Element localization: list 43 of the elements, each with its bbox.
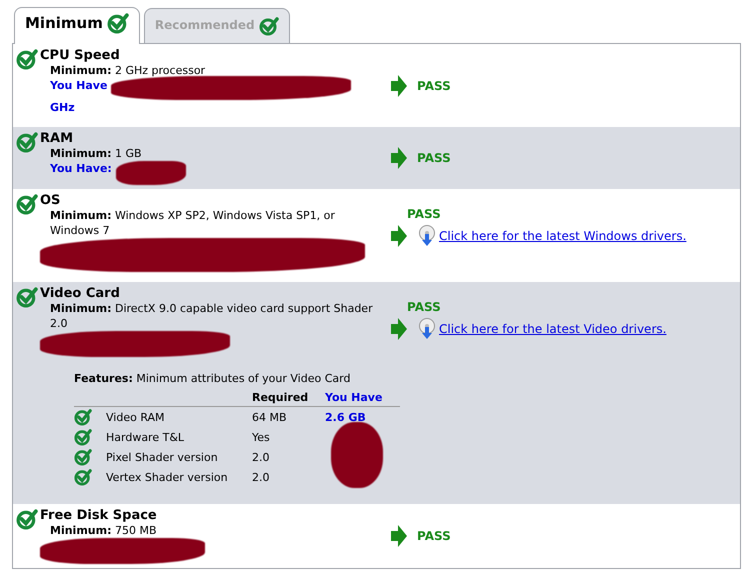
pass-status: PASS (417, 150, 451, 167)
download-disc-icon (417, 318, 437, 340)
unit-text: GHz (50, 100, 75, 115)
arrow-right-icon (391, 74, 407, 96)
you-have-label: You Have (50, 78, 108, 94)
redaction-mark (331, 422, 383, 488)
arrow-right-icon (391, 147, 407, 169)
tab[interactable]: Minimum (14, 7, 140, 44)
check-title: CPU Speed (40, 48, 121, 63)
pass-status: PASS (406, 299, 442, 316)
pass-status: PASS (406, 206, 442, 223)
feature-name: Vertex Shader version (106, 470, 228, 484)
features-text: Features: Minimum attributes of your Video Card (74, 371, 352, 386)
you-have-label: You Have: (50, 161, 112, 177)
check-title: OS (40, 193, 62, 208)
tab-label: Recommended (154, 17, 255, 34)
minimum-text: Minimum: Windows XP SP2, Windows Vista SP1, or Windows 7 (50, 208, 336, 238)
check-title: RAM (40, 131, 74, 146)
feature-name: Pixel Shader version (106, 450, 218, 464)
arrow-right-icon (391, 525, 407, 547)
feature-name: Video RAM (106, 410, 165, 424)
feature-name: Hardware T&L (106, 430, 184, 444)
minimum-text: Minimum: 750 MB (50, 523, 158, 538)
minimum-text: Minimum: DirectX 9.0 capable video card support Shader 2.0 (50, 301, 374, 331)
tab-label: Minimum (25, 13, 103, 34)
arrow-right-icon (391, 318, 407, 340)
drivers-link[interactable]: Click here for the latest Video drivers. (439, 320, 666, 338)
required-value: 2.0 (252, 450, 270, 464)
arrow-right-icon (391, 225, 407, 247)
check-title: Video Card (40, 286, 121, 301)
you-have-value: 2.6 GB (325, 410, 366, 424)
required-value: Yes (252, 430, 270, 444)
minimum-text: Minimum: 1 GB (50, 146, 143, 161)
column-header: You Have (325, 389, 400, 406)
required-value: 2.0 (252, 470, 270, 484)
check-title: Free Disk Space (40, 508, 158, 523)
column-header: Required (252, 389, 325, 406)
minimum-text: Minimum: 2 GHz processor (50, 63, 206, 78)
pass-status: PASS (417, 528, 451, 545)
drivers-link[interactable]: Click here for the latest Windows drivers. (439, 227, 686, 245)
download-disc-icon (417, 225, 437, 247)
pass-status: PASS (417, 78, 451, 94)
required-value: 64 MB (252, 410, 287, 424)
